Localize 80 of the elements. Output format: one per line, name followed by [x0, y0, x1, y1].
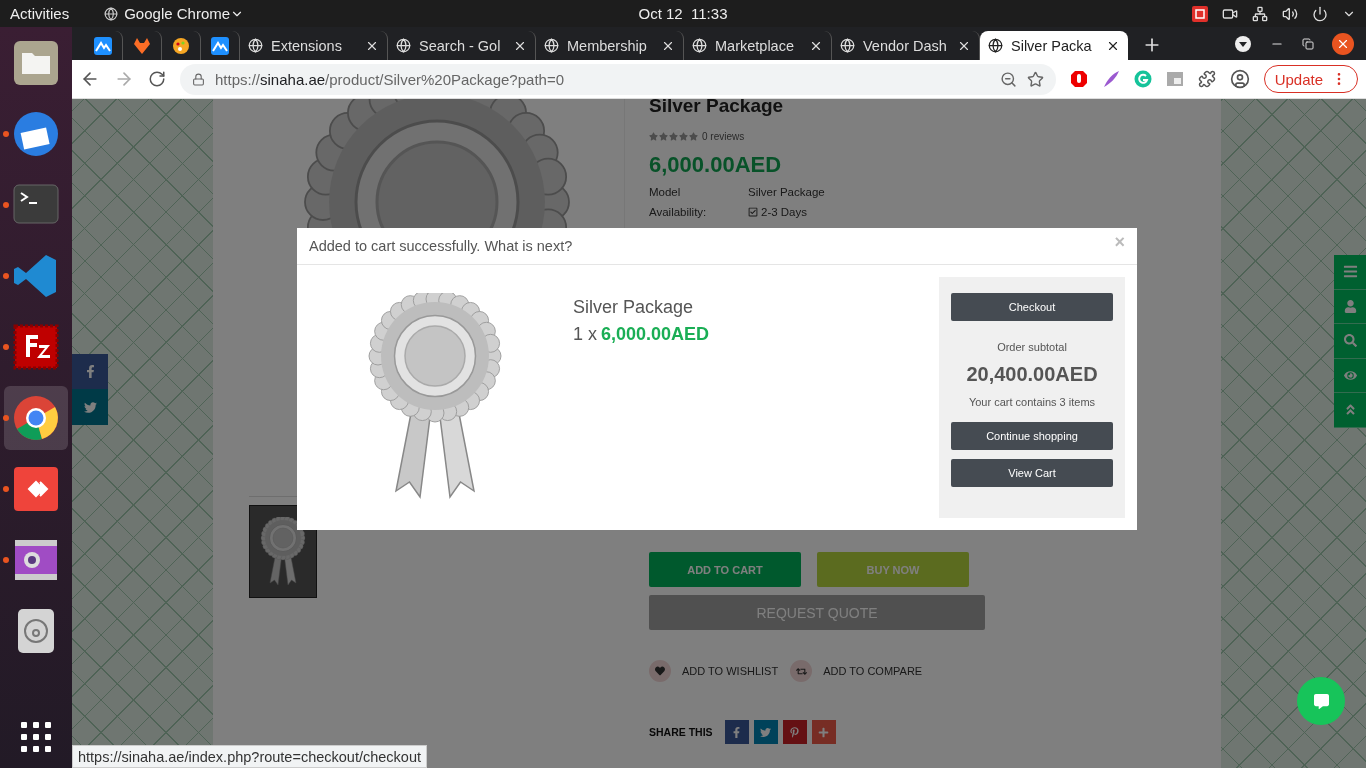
product-title: Silver Package	[649, 99, 785, 117]
bookmark-star-icon[interactable]	[1026, 70, 1044, 88]
product-name: Silver Package	[573, 297, 695, 318]
browser-icon[interactable]	[12, 394, 60, 442]
extensions-icon[interactable]	[1197, 70, 1216, 88]
activities-button[interactable]: Activities	[10, 5, 70, 22]
wishlist-link[interactable]: ADD TO WISHLIST	[649, 660, 779, 682]
profile-icon[interactable]	[1229, 69, 1250, 89]
browser-tab[interactable]: Silver Packa	[980, 31, 1128, 60]
globe-icon	[396, 38, 411, 53]
share-facebook-button[interactable]	[724, 720, 749, 744]
stop-sign-icon[interactable]	[1069, 70, 1088, 88]
app-menu[interactable]: Google Chrome	[124, 5, 231, 22]
plus-icon	[818, 726, 830, 738]
volume-icon[interactable]	[1282, 5, 1298, 22]
compare-link[interactable]: ADD TO COMPARE	[790, 660, 923, 682]
address-bar[interactable]: https://sinaha.ae/product/Silver%20Package?path=0	[180, 63, 1056, 95]
status-bar-url: https://sinaha.ae/index.php?route=checkout/checkout	[72, 745, 427, 768]
subtotal-amount: 20,400.00AED	[966, 363, 1098, 386]
share-twitter-button[interactable]	[753, 720, 778, 744]
spec-label: Availability:	[649, 206, 708, 218]
star-icon	[679, 132, 688, 141]
globe-icon	[248, 38, 263, 53]
feather-icon[interactable]	[1101, 70, 1120, 88]
lock-icon	[192, 72, 205, 86]
mountain-logo-icon	[211, 36, 229, 55]
checkout-button[interactable]: Checkout	[951, 293, 1113, 321]
chat-button[interactable]	[1297, 677, 1345, 725]
dialog-title: Added to cart successfully. What is next?	[309, 238, 573, 254]
globe-icon	[692, 38, 707, 53]
twitter-icon	[83, 400, 97, 414]
medal-drawing	[258, 516, 308, 587]
globe-icon	[840, 38, 855, 53]
star-icon	[649, 132, 658, 141]
apps-grid-icon[interactable]	[21, 722, 51, 752]
ftp-app-icon[interactable]	[12, 323, 60, 371]
share-label: SHARE THIS	[649, 726, 713, 738]
twitter-icon	[760, 726, 772, 738]
cart-count: Your cart contains 3 items	[968, 396, 1096, 408]
star-icon	[689, 132, 698, 141]
mountain-logo-icon	[94, 36, 112, 55]
restore-icon[interactable]	[1302, 37, 1314, 50]
product-thumbnail[interactable]	[249, 505, 317, 598]
globe-icon	[988, 38, 1003, 53]
close-window-button[interactable]	[1332, 32, 1354, 55]
network-icon[interactable]	[1252, 5, 1268, 22]
star-icon	[659, 132, 668, 141]
star-icon	[669, 132, 678, 141]
spec-value: 2-3 Days	[748, 206, 808, 218]
fox-logo-icon	[133, 36, 151, 55]
globe-icon	[544, 38, 559, 53]
reviews-link[interactable]: 0 reviews	[702, 131, 745, 142]
globe-icon	[104, 6, 119, 21]
view-cart-button[interactable]: View Cart	[951, 459, 1113, 487]
folder-icon[interactable]	[12, 39, 60, 87]
remote-desktop-icon[interactable]	[12, 465, 60, 513]
twitter-button[interactable]	[72, 389, 108, 425]
share-pinterest-button[interactable]	[782, 720, 807, 744]
palette-icon	[172, 36, 190, 55]
indicator-icon[interactable]	[1192, 5, 1208, 22]
zoom-out-icon[interactable]	[999, 70, 1017, 88]
chat-icon	[1313, 693, 1329, 709]
dock-item[interactable]	[4, 386, 68, 450]
quantity: 1 x	[573, 324, 597, 345]
checkbox-icon	[748, 207, 758, 217]
spec-label: Model	[649, 186, 682, 198]
update-button[interactable]: Update	[1263, 65, 1358, 93]
reload-icon[interactable]	[148, 70, 166, 88]
power-icon[interactable]	[1312, 5, 1328, 22]
facebook-button[interactable]	[72, 354, 108, 389]
product-price: 6,000.00AED	[649, 152, 783, 178]
continue-shopping-button[interactable]: Continue shopping	[951, 422, 1113, 450]
arrows-icon	[790, 660, 813, 682]
item-price: 6,000.00AED	[601, 324, 710, 345]
subtotal-label: Order subtotal	[997, 341, 1067, 353]
pinterest-icon	[789, 726, 801, 738]
spec-value: Silver Package	[748, 186, 825, 198]
clock[interactable]: Oct 12 11:33	[638, 5, 728, 22]
tab-search-icon[interactable]	[1234, 34, 1252, 53]
mail-app-icon[interactable]	[12, 110, 60, 158]
